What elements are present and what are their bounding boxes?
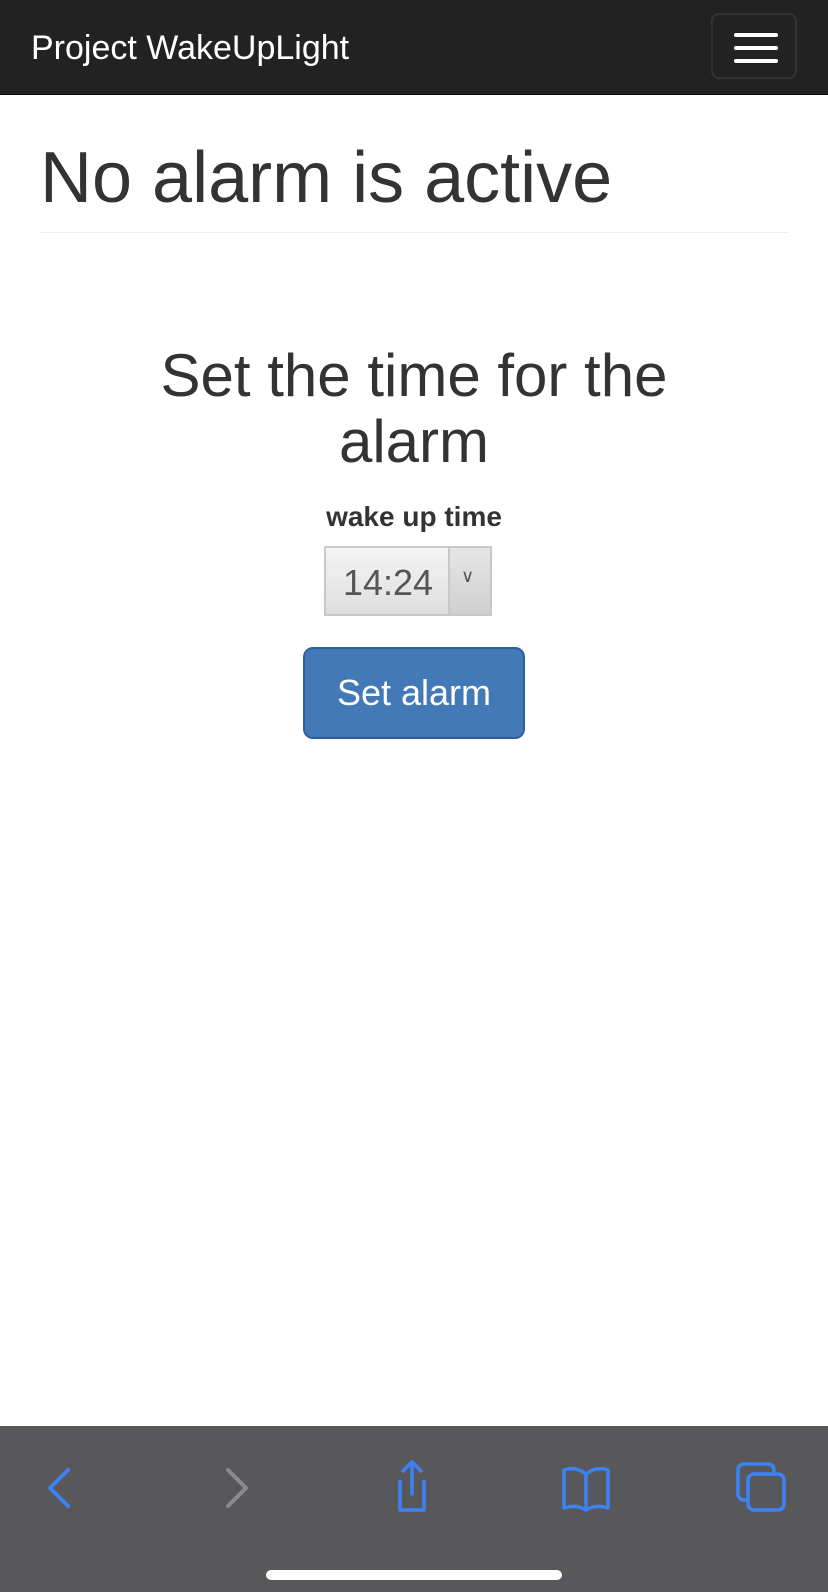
forward-icon: [226, 1468, 248, 1508]
back-icon: [48, 1468, 70, 1508]
share-button[interactable]: [378, 1456, 442, 1520]
alarm-form-title: Set the time for the alarm: [0, 343, 828, 475]
tabs-button[interactable]: [730, 1456, 794, 1520]
home-indicator: [266, 1570, 562, 1580]
wake-up-time-value: 14:24: [342, 562, 434, 603]
wake-up-time-input[interactable]: 14:24 ∨: [324, 546, 492, 616]
chevron-down-icon: ∨: [461, 566, 475, 586]
share-icon: [398, 1460, 426, 1512]
time-dropdown-button[interactable]: ∨: [448, 548, 490, 614]
wake-up-time-label: wake up time: [326, 501, 502, 532]
navbar: Project WakeUpLight: [0, 0, 828, 95]
back-button[interactable]: [28, 1456, 92, 1520]
hamburger-menu-button[interactable]: [711, 13, 797, 79]
set-alarm-button[interactable]: Set alarm: [303, 647, 525, 739]
page-title: No alarm is active: [40, 138, 613, 218]
page-header: No alarm is active: [40, 138, 788, 233]
bookmarks-button[interactable]: [554, 1456, 618, 1520]
tabs-icon: [736, 1462, 786, 1512]
hamburger-menu-icon-bar: [734, 59, 778, 63]
forward-button[interactable]: [204, 1456, 268, 1520]
alarm-form-title-text: Set the time for the alarm: [160, 342, 668, 475]
hamburger-menu-icon: [734, 33, 778, 37]
browser-toolbar: [0, 1426, 828, 1592]
bookmarks-icon: [562, 1466, 610, 1512]
navbar-brand[interactable]: Project WakeUpLight: [31, 28, 349, 68]
hamburger-menu-icon-bar: [734, 46, 778, 50]
